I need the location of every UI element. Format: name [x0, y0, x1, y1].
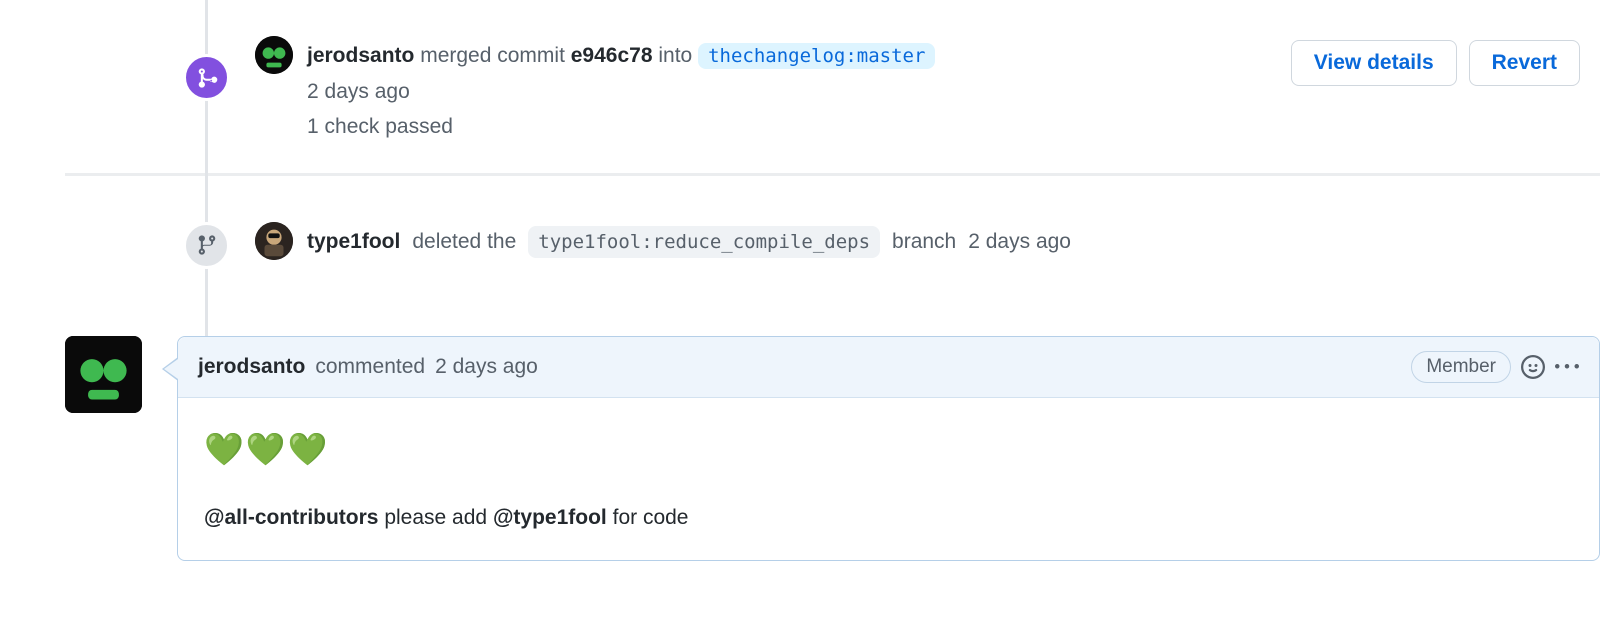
merge-action-prefix: merged commit — [420, 44, 565, 67]
comment-body: 💚💚💚 @all-contributors please add @type1f… — [178, 398, 1599, 560]
comment-time[interactable]: 2 days ago — [435, 355, 538, 379]
comment-caret — [162, 357, 178, 381]
comment-text-mid: please add — [384, 506, 487, 529]
section-divider — [65, 173, 1600, 176]
role-badge: Member — [1411, 351, 1511, 383]
avatar-type1fool[interactable] — [255, 222, 293, 260]
git-branch-icon — [196, 234, 218, 256]
merge-badge — [183, 54, 230, 101]
comment-header: jerodsanto commented 2 days ago Member — [178, 337, 1599, 398]
view-details-button[interactable]: View details — [1291, 40, 1457, 86]
mention-all-contributors[interactable]: @all-contributors — [204, 506, 378, 529]
comment-text-suffix: for code — [613, 506, 689, 529]
comment-action: commented — [315, 355, 425, 379]
comment-avatar-jerodsanto[interactable] — [65, 336, 142, 413]
delete-time: 2 days ago — [968, 226, 1071, 258]
revert-button[interactable]: Revert — [1469, 40, 1580, 86]
emoji-reaction-button[interactable] — [1521, 355, 1545, 379]
delete-action-prefix: deleted the — [412, 226, 516, 258]
deleted-branch-label: type1fool:reduce_compile_deps — [528, 226, 880, 259]
kebab-icon — [1555, 355, 1579, 379]
comment-hearts: 💚💚💚 — [204, 422, 1573, 476]
delete-author[interactable]: type1fool — [307, 226, 400, 258]
check-status: 1 check passed — [307, 111, 1271, 143]
merge-time: 2 days ago — [307, 76, 1271, 108]
avatar-jerodsanto[interactable] — [255, 36, 293, 74]
branch-badge — [183, 222, 230, 269]
git-merge-icon — [196, 67, 218, 89]
comment-author[interactable]: jerodsanto — [198, 355, 305, 379]
delete-branch-event: type1fool deleted the type1fool:reduce_c… — [65, 186, 1600, 296]
merge-event: jerodsanto merged commit e946c78 into th… — [65, 0, 1600, 163]
merge-action-mid: into — [658, 44, 692, 67]
commit-sha-link[interactable]: e946c78 — [571, 44, 653, 67]
smiley-icon — [1521, 355, 1545, 379]
comment-menu-button[interactable] — [1555, 355, 1579, 379]
merge-author[interactable]: jerodsanto — [307, 44, 414, 67]
target-branch-label[interactable]: thechangelog:master — [698, 43, 935, 69]
comment: jerodsanto commented 2 days ago Member — [65, 336, 1600, 561]
mention-type1fool[interactable]: @type1fool — [493, 506, 607, 529]
delete-action-suffix: branch — [892, 226, 956, 258]
